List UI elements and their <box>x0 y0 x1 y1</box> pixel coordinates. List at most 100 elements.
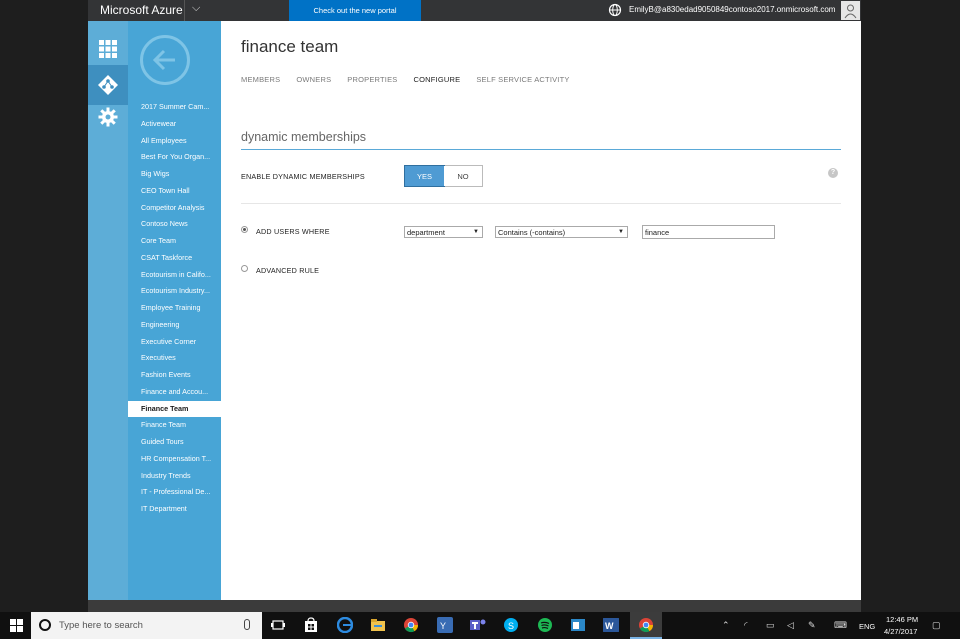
sidebar-item[interactable]: Engineering <box>128 317 221 334</box>
page-title: finance team <box>241 37 339 56</box>
sidebar-item[interactable]: Activewear <box>128 116 221 133</box>
no-button[interactable]: NO <box>444 166 482 186</box>
sidebar-item[interactable]: Executive Corner <box>128 334 221 351</box>
dropdown-arrow-icon: ▼ <box>618 229 624 235</box>
svg-text:S: S <box>508 621 514 631</box>
gear-icon <box>98 107 118 127</box>
sidebar-item[interactable]: Industry Trends <box>128 468 221 485</box>
microphone-icon[interactable] <box>244 619 250 630</box>
network-icon[interactable]: ◜ <box>744 620 748 631</box>
sidebar-item-selected[interactable]: Finance Team <box>128 400 221 418</box>
chevron-down-icon[interactable]: ⌵ <box>192 2 200 15</box>
sidebar-item[interactable]: Employee Training <box>128 300 221 317</box>
section-title: dynamic memberships <box>241 130 367 144</box>
add-users-where-label: ADD USERS WHERE <box>256 227 330 236</box>
tray-expand-icon[interactable]: ⌃ <box>722 620 730 631</box>
sidebar-item[interactable]: Competitor Analysis <box>128 200 221 217</box>
group-list: 2017 Summer Cam... Activewear All Employ… <box>128 99 221 518</box>
operator-select[interactable]: Contains (-contains) ▼ <box>495 226 628 238</box>
main-content: finance team MEMBERS OWNERS PROPERTIES C… <box>221 21 861 600</box>
nav-settings[interactable] <box>88 97 128 137</box>
sidebar-item[interactable]: IT - Professional De... <box>128 484 221 501</box>
brand-divider <box>184 0 185 21</box>
brand-name[interactable]: Microsoft Azure <box>100 3 183 17</box>
sidebar-item[interactable]: IT Department <box>128 501 221 518</box>
taskbar: Type here to search Y S W ⌃ ◜ ▭ ◁ ✎ ⌨ EN… <box>0 612 960 639</box>
attribute-select-value: department <box>407 228 445 237</box>
taskbar-search-box[interactable]: Type here to search <box>31 612 262 639</box>
dropdown-arrow-icon: ▼ <box>473 229 479 235</box>
command-bar <box>88 600 861 612</box>
sidebar-item[interactable]: Finance and Accou... <box>128 384 221 401</box>
sidebar-item[interactable]: Best For You Organ... <box>128 149 221 166</box>
sidebar-item[interactable]: All Employees <box>128 133 221 150</box>
skype-icon[interactable]: S <box>503 617 519 633</box>
avatar[interactable] <box>841 1 860 20</box>
sidebar-item[interactable]: Fashion Events <box>128 367 221 384</box>
yes-button[interactable]: YES <box>404 165 445 187</box>
file-explorer-icon[interactable] <box>370 617 386 633</box>
svg-text:W: W <box>605 621 614 631</box>
tab-members[interactable]: MEMBERS <box>241 75 280 84</box>
window-frame-left <box>0 0 88 612</box>
task-view-icon[interactable] <box>270 617 286 633</box>
back-arrow-icon <box>152 49 175 71</box>
language-indicator[interactable]: ENG <box>859 622 875 631</box>
windows-start-icon[interactable] <box>10 619 23 632</box>
spotify-icon[interactable] <box>537 617 553 633</box>
tablet-icon[interactable]: ▭ <box>766 620 775 631</box>
sidebar-item[interactable]: Core Team <box>128 233 221 250</box>
cortana-icon <box>39 619 51 631</box>
keyboard-icon[interactable]: ⌨ <box>834 620 847 631</box>
taskbar-active-app[interactable] <box>630 612 662 639</box>
add-users-where-radio[interactable] <box>241 226 248 233</box>
teams-icon[interactable] <box>470 617 486 633</box>
taskbar-search-placeholder: Type here to search <box>59 620 143 631</box>
sidebar-item[interactable]: HR Compensation T... <box>128 451 221 468</box>
tab-properties[interactable]: PROPERTIES <box>347 75 397 84</box>
sidebar-item[interactable]: Contoso News <box>128 216 221 233</box>
sidebar-item[interactable]: Ecotourism Industry... <box>128 283 221 300</box>
sidebar-item[interactable]: CSAT Taskforce <box>128 250 221 267</box>
advanced-rule-radio[interactable] <box>241 265 248 272</box>
enable-dynamic-label: ENABLE DYNAMIC MEMBERSHIPS <box>241 172 365 181</box>
tab-owners[interactable]: OWNERS <box>296 75 331 84</box>
yammer-icon[interactable]: Y <box>437 617 453 633</box>
help-icon[interactable]: ? <box>828 168 838 178</box>
window-frame-right <box>861 0 960 612</box>
app-window-icon[interactable] <box>570 617 586 633</box>
top-bar: Microsoft Azure ⌵ Check out the new port… <box>88 0 861 21</box>
new-portal-link[interactable]: Check out the new portal <box>289 0 421 21</box>
sidebar-item[interactable]: 2017 Summer Cam... <box>128 99 221 116</box>
sidebar-item[interactable]: Guided Tours <box>128 434 221 451</box>
chrome-icon[interactable] <box>403 617 419 633</box>
volume-icon[interactable]: ◁ <box>787 620 794 631</box>
section-divider <box>241 149 841 150</box>
group-sidebar: 2017 Summer Cam... Activewear All Employ… <box>128 21 221 600</box>
edge-icon[interactable] <box>337 617 353 633</box>
store-icon[interactable] <box>303 617 319 633</box>
value-input[interactable]: finance <box>642 225 775 239</box>
user-email[interactable]: EmilyB@a830edad9050849contoso2017.onmicr… <box>629 5 835 14</box>
attribute-select[interactable]: department ▼ <box>404 226 483 238</box>
tab-self-service-activity[interactable]: SELF SERVICE ACTIVITY <box>476 75 569 84</box>
sidebar-item[interactable]: Big Wigs <box>128 166 221 183</box>
clock-date[interactable]: 4/27/2017 <box>884 627 917 636</box>
tab-bar: MEMBERS OWNERS PROPERTIES CONFIGURE SELF… <box>241 75 586 84</box>
user-icon <box>841 1 860 20</box>
back-button[interactable] <box>140 35 190 85</box>
globe-icon[interactable] <box>608 3 622 17</box>
pen-icon[interactable]: ✎ <box>808 620 816 631</box>
directory-icon <box>98 75 118 95</box>
word-icon[interactable]: W <box>603 617 619 633</box>
sidebar-item[interactable]: Finance Team <box>128 417 221 434</box>
dynamic-membership-toggle: YES NO <box>404 165 483 187</box>
sidebar-item[interactable]: Ecotourism in Califo... <box>128 267 221 284</box>
clock-time[interactable]: 12:46 PM <box>886 615 918 624</box>
chrome-icon <box>639 618 654 633</box>
nav-all-items[interactable] <box>88 29 128 69</box>
notifications-icon[interactable]: ▢ <box>932 620 941 631</box>
sidebar-item[interactable]: Executives <box>128 350 221 367</box>
tab-configure[interactable]: CONFIGURE <box>414 75 461 84</box>
sidebar-item[interactable]: CEO Town Hall <box>128 183 221 200</box>
